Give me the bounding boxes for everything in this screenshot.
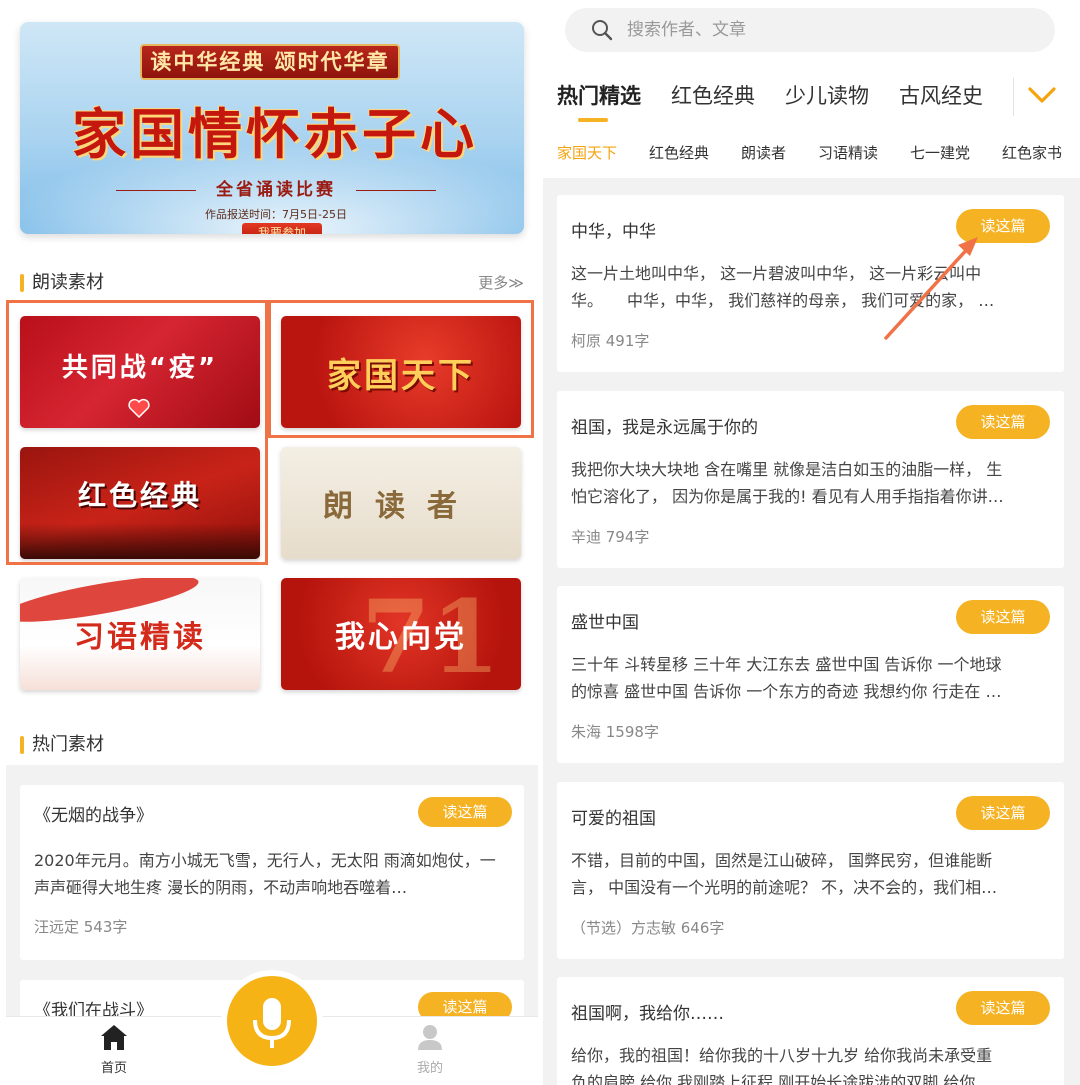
subtab-xi-quotes[interactable]: 习语精读 [818, 138, 878, 168]
card-meta: 汪远定 543字 [34, 918, 128, 936]
subtab-party-founding[interactable]: 七一建党 [910, 138, 970, 168]
sub-category-tabs: 家国天下 红色经典 朗读者 习语精读 七一建党 红色家书 [543, 138, 1080, 168]
card-meta: 柯原 491字 [571, 332, 650, 350]
subtab-red-classics[interactable]: 红色经典 [649, 138, 709, 168]
materials-header: 朗读素材 更多≫ [20, 271, 524, 295]
card-meta: 朱海 1598字 [571, 723, 659, 741]
materials-title: 朗读素材 [32, 272, 104, 293]
nav-mine-label: 我的 [416, 1061, 443, 1076]
section-bar [20, 274, 24, 292]
microphone-icon [253, 998, 291, 1048]
section-bar [20, 736, 24, 754]
banner-subtitle: 全省诵读比赛 [216, 180, 336, 200]
active-tab-indicator [578, 118, 608, 122]
article-card[interactable]: 可爱的祖国 读这篇 不错，目前的中国，固然是江山破碎， 国弊民穷，但谁能断 言，… [557, 782, 1064, 959]
tile-label: 家国天下 [327, 355, 475, 396]
card-excerpt-line: 给你，我的祖国！给你我的十八岁十九岁 给你我尚未承受重 [571, 1046, 993, 1065]
banner-plaque: 读中华经典 颂时代华章 [140, 44, 400, 80]
card-title: 祖国啊，我给你…… [571, 1004, 724, 1024]
card-excerpt-line: 的惊喜 盛世中国 告诉你 一个东方的奇迹 我想约你 行走在 … [571, 682, 1002, 701]
heart-icon [128, 398, 150, 418]
read-button[interactable]: 读这篇 [956, 600, 1050, 634]
subtab-red-letters[interactable]: 红色家书 [1002, 138, 1062, 168]
event-banner[interactable]: 读中华经典 颂时代华章 家国情怀赤子心 全省诵读比赛 作品报送时间：7月5日-2… [20, 22, 524, 234]
subtab-home-country[interactable]: 家国天下 [557, 138, 617, 168]
card-excerpt-line: 我把你大块大块地 含在嘴里 就像是洁白如玉的油脂一样， 生 [571, 460, 1003, 479]
card-title: 祖国，我是永远属于你的 [571, 418, 758, 438]
tile-label: 朗读者 [323, 489, 479, 524]
subtab-reader[interactable]: 朗读者 [741, 138, 786, 168]
tile-label: 我心向党 [335, 620, 467, 655]
nav-home[interactable]: 首页 [74, 1023, 154, 1076]
read-button[interactable]: 读这篇 [956, 405, 1050, 439]
card-excerpt-line: 华。 中华，中华， 我们慈祥的母亲， 我们可爱的家， … [571, 291, 995, 310]
tile-xi-quotes[interactable]: 习语精读 [20, 578, 260, 690]
hot-header: 热门素材 [20, 733, 524, 757]
tile-home-country[interactable]: 家国天下 [281, 316, 521, 428]
right-screen: 搜索作者、文章 热门精选 红色经典 少儿读物 古风经史 家国天下 红色经典 朗读… [543, 0, 1080, 1085]
join-button[interactable]: 我要参加 [242, 223, 322, 234]
banner-divider-right [356, 190, 436, 191]
card-excerpt-line: 不错，目前的中国，固然是江山破碎， 国弊民穷，但谁能断 [571, 851, 993, 870]
hot-title: 热门素材 [32, 734, 104, 755]
tile-red-classics[interactable]: 红色经典 [20, 447, 260, 559]
article-card[interactable]: 祖国，我是永远属于你的 读这篇 我把你大块大块地 含在嘴里 就像是洁白如玉的油脂… [557, 391, 1064, 568]
tile-fight-epidemic[interactable]: 共同战“疫” [20, 316, 260, 428]
tab-red-classics[interactable]: 红色经典 [671, 74, 755, 118]
search-placeholder: 搜索作者、文章 [627, 20, 746, 40]
banner-title: 家国情怀赤子心 [72, 102, 478, 166]
card-meta: 辛迪 794字 [571, 528, 650, 546]
card-title: 盛世中国 [571, 613, 639, 633]
banner-divider-left [116, 190, 196, 191]
banner-dates: 作品报送时间：7月5日-25日 [205, 208, 347, 221]
card-excerpt: 2020年元月。南方小城无飞雪，无行人，无太阳 雨滴如炮仗，一声声砸得大地生疼 … [34, 851, 496, 897]
card-title: 中华，中华 [571, 222, 656, 242]
card-excerpt-line: 言， 中国没有一个光明的前途呢？ 不，决不会的，我们相… [571, 878, 998, 897]
article-card[interactable]: 中华，中华 读这篇 这一片土地叫中华， 这一片碧波叫中华， 这一片彩云叫中 华。… [557, 195, 1064, 372]
read-button[interactable]: 读这篇 [956, 209, 1050, 243]
tile-label: 习语精读 [74, 620, 206, 655]
left-screen: 读中华经典 颂时代华章 家国情怀赤子心 全省诵读比赛 作品报送时间：7月5日-2… [6, 0, 538, 1085]
search-icon [592, 20, 613, 41]
hot-card[interactable]: 《无烟的战争》 读这篇 2020年元月。南方小城无飞雪，无行人，无太阳 雨滴如炮… [20, 785, 524, 960]
card-meta: （节选）方志敏 646字 [571, 919, 725, 937]
read-button[interactable]: 读这篇 [956, 991, 1050, 1025]
tabs-divider [1013, 78, 1014, 116]
category-tabs: 热门精选 红色经典 少儿读物 古风经史 [543, 74, 1080, 122]
right-header: 搜索作者、文章 热门精选 红色经典 少儿读物 古风经史 家国天下 红色经典 朗读… [543, 0, 1080, 178]
home-icon [101, 1025, 127, 1050]
more-link[interactable]: 更多≫ [478, 273, 524, 293]
tab-hot-picks[interactable]: 热门精选 [557, 74, 641, 118]
chevron-down-icon[interactable] [1026, 84, 1058, 106]
tile-reader[interactable]: 朗读者 [281, 447, 521, 559]
card-excerpt-line: 这一片土地叫中华， 这一片碧波叫中华， 这一片彩云叫中 [571, 264, 982, 283]
tile-heart-to-party[interactable]: 71 我心向党 [281, 578, 521, 690]
nav-mine[interactable]: 我的 [390, 1023, 470, 1076]
card-title: 《无烟的战争》 [34, 806, 153, 826]
nav-home-label: 首页 [100, 1061, 127, 1076]
search-input[interactable]: 搜索作者、文章 [565, 8, 1055, 52]
tile-label: 红色经典 [77, 479, 202, 512]
card-excerpt-line: 负的肩膀 给你 我刚踏上征程 刚开始长途跋涉的双脚 给你 [571, 1073, 976, 1085]
article-card[interactable]: 祖国啊，我给你…… 读这篇 给你，我的祖国！给你我的十八岁十九岁 给你我尚未承受… [557, 977, 1064, 1085]
card-excerpt-line: 怕它溶化了， 因为你是属于我的! 看见有人用手指指着你讲… [571, 487, 1004, 506]
card-title: 可爱的祖国 [571, 809, 656, 829]
record-button[interactable] [227, 976, 317, 1066]
card-excerpt-line: 三十年 斗转星移 三十年 大江东去 盛世中国 告诉你 一个地球 [571, 655, 1002, 674]
article-card[interactable]: 盛世中国 读这篇 三十年 斗转星移 三十年 大江东去 盛世中国 告诉你 一个地球… [557, 586, 1064, 763]
user-icon [418, 1025, 442, 1050]
read-button[interactable]: 读这篇 [418, 797, 512, 827]
tab-children[interactable]: 少儿读物 [785, 74, 869, 118]
read-button[interactable]: 读这篇 [956, 796, 1050, 830]
tab-ancient[interactable]: 古风经史 [899, 74, 983, 118]
